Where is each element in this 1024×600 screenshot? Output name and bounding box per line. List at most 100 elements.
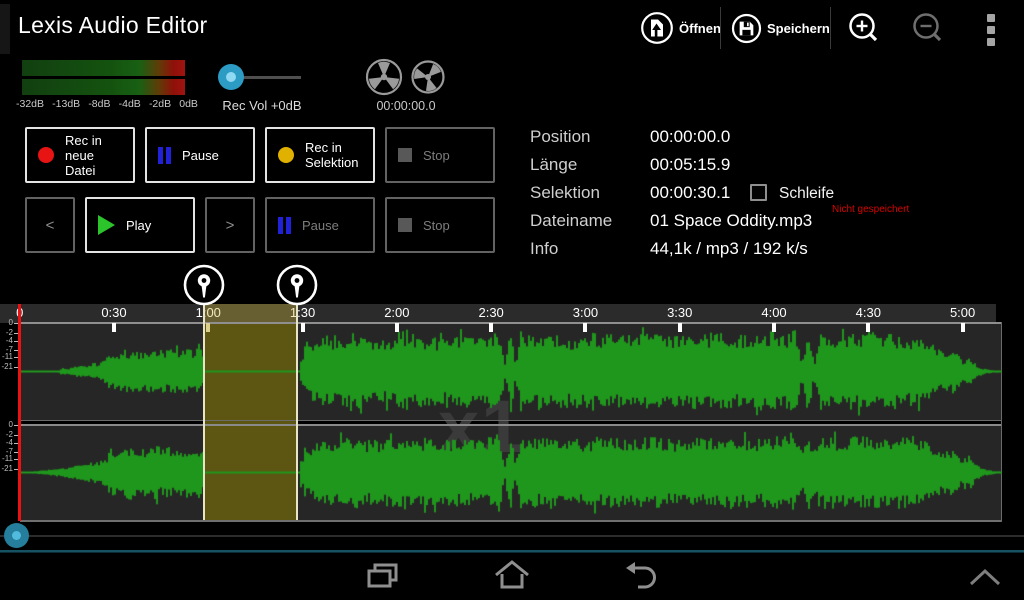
record-stop-button[interactable]: Stop: [385, 127, 495, 183]
timeline-label: 2:00: [384, 305, 409, 320]
db-scale-label: 0: [0, 421, 13, 429]
timeline-tick: [395, 323, 399, 332]
db-scale-label: -4: [0, 337, 13, 345]
next-label: >: [226, 217, 235, 234]
play-icon: [98, 215, 115, 235]
db-scale-label: -11: [0, 455, 13, 463]
tape-reels-icon: [360, 56, 452, 100]
timeline-tick: [866, 323, 870, 332]
length-label: Länge: [530, 155, 648, 175]
selection-value: 00:00:30.1: [650, 183, 730, 203]
record-new-file-button[interactable]: Rec in neue Datei: [25, 127, 135, 183]
playhead-cursor[interactable]: [18, 304, 21, 521]
db-scale-tick: [14, 469, 18, 470]
lexis-audio-editor-app: Lexis Audio Editor Öffnen Speichern: [0, 0, 1024, 600]
length-value: 00:05:15.9: [650, 155, 730, 175]
level-meter: [22, 60, 185, 98]
selection-label: Selektion: [530, 183, 648, 203]
recents-button[interactable]: [365, 560, 401, 594]
db-scale-tick: [14, 435, 18, 436]
timeline-tick: [961, 323, 965, 332]
record-selection-icon: [278, 147, 294, 163]
play-pause-button[interactable]: Pause: [265, 197, 375, 253]
timeline-label: 0:30: [101, 305, 126, 320]
tape-counter: 00:00:00.0: [364, 99, 448, 113]
db-scale-tick: [14, 367, 18, 368]
open-button[interactable]: Öffnen: [640, 9, 721, 47]
overflow-menu-icon: [987, 14, 995, 46]
previous-button[interactable]: <: [25, 197, 75, 253]
db-scale-tick: [14, 323, 18, 324]
next-button[interactable]: >: [205, 197, 255, 253]
play-button[interactable]: Play: [85, 197, 195, 253]
db-scale-tick: [14, 357, 18, 358]
db-scale-tick: [14, 333, 18, 334]
selection-end-marker-pin[interactable]: [275, 263, 319, 307]
app-title: Lexis Audio Editor: [18, 12, 208, 39]
timeline-label: 5:00: [950, 305, 975, 320]
rec-volume-label: Rec Vol +0dB: [210, 98, 314, 113]
selection-end-edge[interactable]: [296, 304, 298, 520]
home-button[interactable]: [494, 559, 530, 593]
filename-label: Dateiname: [530, 211, 648, 231]
play-label: Play: [126, 218, 151, 233]
play-stop-label: Stop: [423, 218, 450, 233]
zoom-in-button[interactable]: [847, 11, 881, 45]
stop-icon: [398, 218, 412, 232]
zoom-out-icon: [911, 11, 945, 45]
timeline-label: 4:30: [856, 305, 881, 320]
scrollbar-thumb[interactable]: [4, 523, 29, 548]
record-new-file-label: Rec in neue Datei: [65, 133, 123, 178]
zoom-in-icon: [847, 11, 881, 45]
waveform-canvas[interactable]: [20, 324, 1002, 521]
unsaved-badge: Nicht gespeichert: [832, 204, 909, 215]
record-icon: [38, 147, 54, 163]
db-scale-tick: [14, 443, 18, 444]
previous-label: <: [46, 217, 55, 234]
fileinfo-value: 44,1k / mp3 / 192 k/s: [650, 239, 808, 259]
record-pause-button[interactable]: Pause: [145, 127, 255, 183]
collapse-icon: [967, 565, 1003, 589]
db-scale-tick: [14, 459, 18, 460]
db-scale-label: -11: [0, 353, 13, 361]
timeline-label: 3:00: [573, 305, 598, 320]
db-scale-label: -21: [0, 465, 13, 473]
back-icon: [624, 560, 660, 594]
play-stop-button[interactable]: Stop: [385, 197, 495, 253]
up-affordance: [0, 4, 10, 54]
selection-start-edge[interactable]: [203, 304, 205, 520]
overflow-menu-button[interactable]: [987, 14, 995, 50]
rec-volume-slider-thumb[interactable]: [218, 64, 244, 90]
loop-label: Schleife: [779, 185, 834, 203]
actionbar-divider: [720, 7, 721, 49]
timeline-label: 3:30: [667, 305, 692, 320]
record-stop-label: Stop: [423, 148, 450, 163]
loop-checkbox[interactable]: [750, 184, 767, 201]
play-pause-label: Pause: [302, 218, 339, 233]
timeline-ruler[interactable]: 00:301:001:302:002:303:003:304:004:305:0…: [0, 304, 996, 323]
pause-icon: [278, 217, 291, 234]
timeline-tick: [112, 323, 116, 332]
back-button[interactable]: [624, 560, 660, 594]
filename-value: 01 Space Oddity.mp3: [650, 211, 812, 231]
collapse-navbar-button[interactable]: [967, 565, 1003, 589]
zoom-out-button[interactable]: [911, 11, 945, 45]
actionbar-divider: [830, 7, 831, 49]
db-scale-tick: [14, 452, 18, 453]
record-in-selection-button[interactable]: Rec in Selektion: [265, 127, 375, 183]
timeline-tick: [678, 323, 682, 332]
level-meter-bar-left: [22, 60, 185, 76]
home-icon: [494, 559, 530, 593]
save-button[interactable]: Speichern: [731, 9, 830, 47]
open-file-icon: [640, 11, 674, 45]
db-scale-tick: [14, 341, 18, 342]
selection-start-marker-pin[interactable]: [182, 263, 226, 307]
open-button-label: Öffnen: [679, 21, 721, 36]
pause-icon: [158, 147, 171, 164]
timeline-tick: [583, 323, 587, 332]
timeline-label: 2:30: [478, 305, 503, 320]
scrollbar-track[interactable]: [0, 535, 1024, 537]
save-button-label: Speichern: [767, 21, 830, 36]
save-icon: [731, 13, 762, 44]
db-scale-tick: [14, 425, 18, 426]
